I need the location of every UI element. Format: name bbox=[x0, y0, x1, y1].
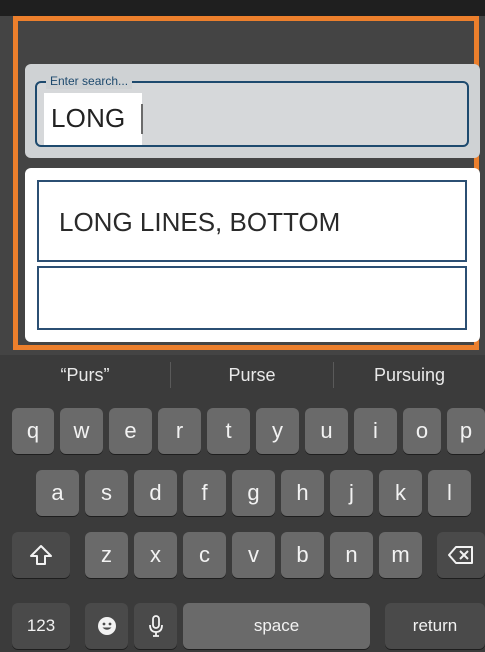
list-item-label: LONG LINES, BOTTOM bbox=[59, 207, 341, 237]
key-i[interactable]: i bbox=[354, 408, 397, 454]
key-k[interactable]: k bbox=[379, 470, 422, 516]
suggestion-3[interactable]: Pursuing bbox=[334, 355, 485, 395]
search-input-value[interactable]: LONG bbox=[51, 101, 125, 135]
key-r[interactable]: r bbox=[158, 408, 201, 454]
shift-icon bbox=[30, 545, 52, 565]
key-m[interactable]: m bbox=[379, 532, 422, 578]
key-q[interactable]: q bbox=[12, 408, 54, 454]
status-bar bbox=[0, 0, 485, 16]
suggestion-1[interactable]: “Purs” bbox=[0, 355, 170, 395]
suggestion-2[interactable]: Purse bbox=[171, 355, 333, 395]
text-cursor bbox=[141, 104, 143, 134]
key-p[interactable]: p bbox=[447, 408, 485, 454]
key-b[interactable]: b bbox=[281, 532, 324, 578]
numbers-key[interactable]: 123 bbox=[12, 603, 70, 649]
delete-key[interactable] bbox=[437, 532, 485, 578]
key-j[interactable]: j bbox=[330, 470, 373, 516]
key-x[interactable]: x bbox=[134, 532, 177, 578]
space-key[interactable]: space bbox=[183, 603, 370, 649]
delete-icon bbox=[448, 546, 473, 564]
key-h[interactable]: h bbox=[281, 470, 324, 516]
list-item[interactable]: LONG LINES, BOTTOM bbox=[37, 180, 467, 262]
key-d[interactable]: d bbox=[134, 470, 177, 516]
shift-key[interactable] bbox=[12, 532, 70, 578]
key-f[interactable]: f bbox=[183, 470, 226, 516]
key-v[interactable]: v bbox=[232, 532, 275, 578]
key-a[interactable]: a bbox=[36, 470, 79, 516]
key-l[interactable]: l bbox=[428, 470, 471, 516]
microphone-icon bbox=[148, 615, 163, 637]
key-n[interactable]: n bbox=[330, 532, 373, 578]
list-item[interactable] bbox=[37, 266, 467, 330]
key-c[interactable]: c bbox=[183, 532, 226, 578]
emoji-icon bbox=[97, 617, 116, 635]
key-g[interactable]: g bbox=[232, 470, 275, 516]
key-w[interactable]: w bbox=[60, 408, 103, 454]
key-t[interactable]: t bbox=[207, 408, 250, 454]
key-z[interactable]: z bbox=[85, 532, 128, 578]
key-e[interactable]: e bbox=[109, 408, 152, 454]
key-o[interactable]: o bbox=[403, 408, 441, 454]
emoji-key[interactable] bbox=[85, 603, 128, 649]
search-placeholder-label: Enter search... bbox=[46, 73, 133, 89]
key-y[interactable]: y bbox=[256, 408, 299, 454]
microphone-key[interactable] bbox=[134, 603, 177, 649]
key-u[interactable]: u bbox=[305, 408, 348, 454]
return-key[interactable]: return bbox=[385, 603, 485, 649]
key-s[interactable]: s bbox=[85, 470, 128, 516]
